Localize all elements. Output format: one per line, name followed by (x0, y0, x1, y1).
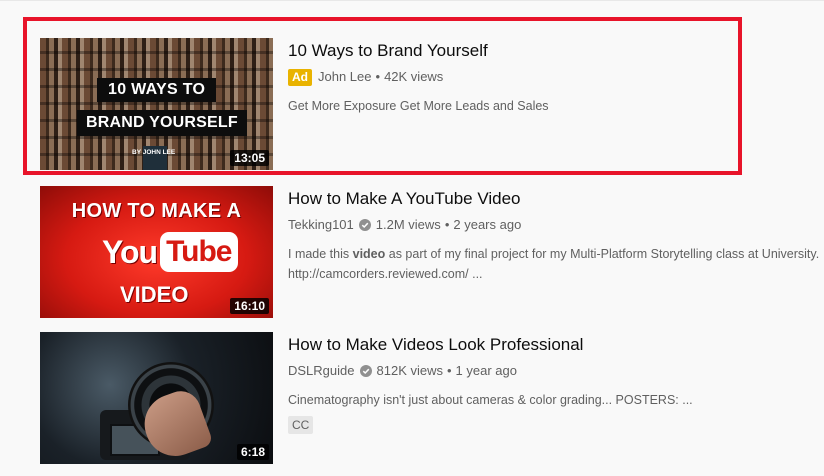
view-count: 42K views (384, 69, 444, 84)
video-meta: Ad John Lee • 42K views (288, 68, 824, 86)
video-duration: 13:05 (230, 150, 269, 166)
video-result-ad[interactable]: 10 WAYS TO BRAND YOURSELF BY JOHN LEE 13… (40, 38, 824, 178)
meta-separator: • (375, 69, 381, 84)
verified-check-icon (358, 219, 371, 231)
description-text: I made this (288, 247, 353, 261)
meta-separator: • (444, 217, 450, 232)
meta-separator: • (446, 363, 452, 378)
video-info: How to Make Videos Look Professional DSL… (288, 332, 824, 434)
logo-tube-text: Tube (160, 232, 238, 272)
view-count: 1.2M views (375, 217, 441, 232)
video-duration: 16:10 (230, 298, 269, 314)
video-thumbnail[interactable]: 6:18 (40, 332, 273, 464)
upload-age: 1 year ago (455, 363, 517, 378)
description-link: http://camcorders.reviewed.com/ ... (288, 267, 483, 281)
top-divider (0, 0, 824, 1)
thumbnail-byline: BY JOHN LEE (132, 149, 176, 156)
channel-name[interactable]: DSLRguide (288, 362, 355, 380)
description-keyword: video (352, 247, 386, 261)
video-description: Get More Exposure Get More Leads and Sal… (288, 99, 549, 113)
channel-name[interactable]: Tekking101 (288, 216, 354, 234)
ad-badge: Ad (288, 68, 312, 86)
video-thumbnail[interactable]: HOW TO MAKE A You Tube VIDEO 16:10 (40, 186, 273, 318)
video-result[interactable]: HOW TO MAKE A You Tube VIDEO 16:10 How t… (40, 186, 824, 326)
video-result[interactable]: 6:18 How to Make Videos Look Professiona… (40, 332, 824, 472)
description-text: as part of my final project for my Multi… (385, 247, 820, 261)
thumbnail-text-line1: 10 WAYS TO (97, 78, 217, 102)
thumbnail-text-line2: BRAND YOURSELF (77, 110, 247, 136)
thumbnail-text-line3: VIDEO (120, 282, 189, 307)
video-meta: Tekking101 1.2M views • 2 years ago (288, 216, 824, 234)
thumbnail-text-line1: HOW TO MAKE A (71, 200, 242, 222)
video-description: I made this video as part of my final pr… (288, 244, 824, 284)
video-description: Cinematography isn't just about cameras … (288, 393, 693, 407)
video-title[interactable]: How to Make Videos Look Professional (288, 334, 824, 356)
video-title[interactable]: How to Make A YouTube Video (288, 188, 824, 210)
video-info: 10 Ways to Brand Yourself Ad John Lee • … (288, 38, 824, 116)
video-duration: 6:18 (236, 444, 269, 460)
video-info: How to Make A YouTube Video Tekking101 1… (288, 186, 824, 284)
view-count: 812K views (376, 363, 443, 378)
channel-name[interactable]: John Lee (318, 68, 372, 86)
video-title[interactable]: 10 Ways to Brand Yourself (288, 40, 824, 62)
logo-you-text: You (102, 233, 158, 270)
verified-check-icon (359, 365, 372, 377)
cc-badge: CC (288, 416, 314, 434)
video-thumbnail[interactable]: 10 WAYS TO BRAND YOURSELF BY JOHN LEE 13… (40, 38, 273, 170)
video-meta: DSLRguide 812K views • 1 year ago (288, 362, 824, 380)
upload-age: 2 years ago (453, 217, 522, 232)
youtube-logo-icon: You Tube (102, 231, 238, 273)
